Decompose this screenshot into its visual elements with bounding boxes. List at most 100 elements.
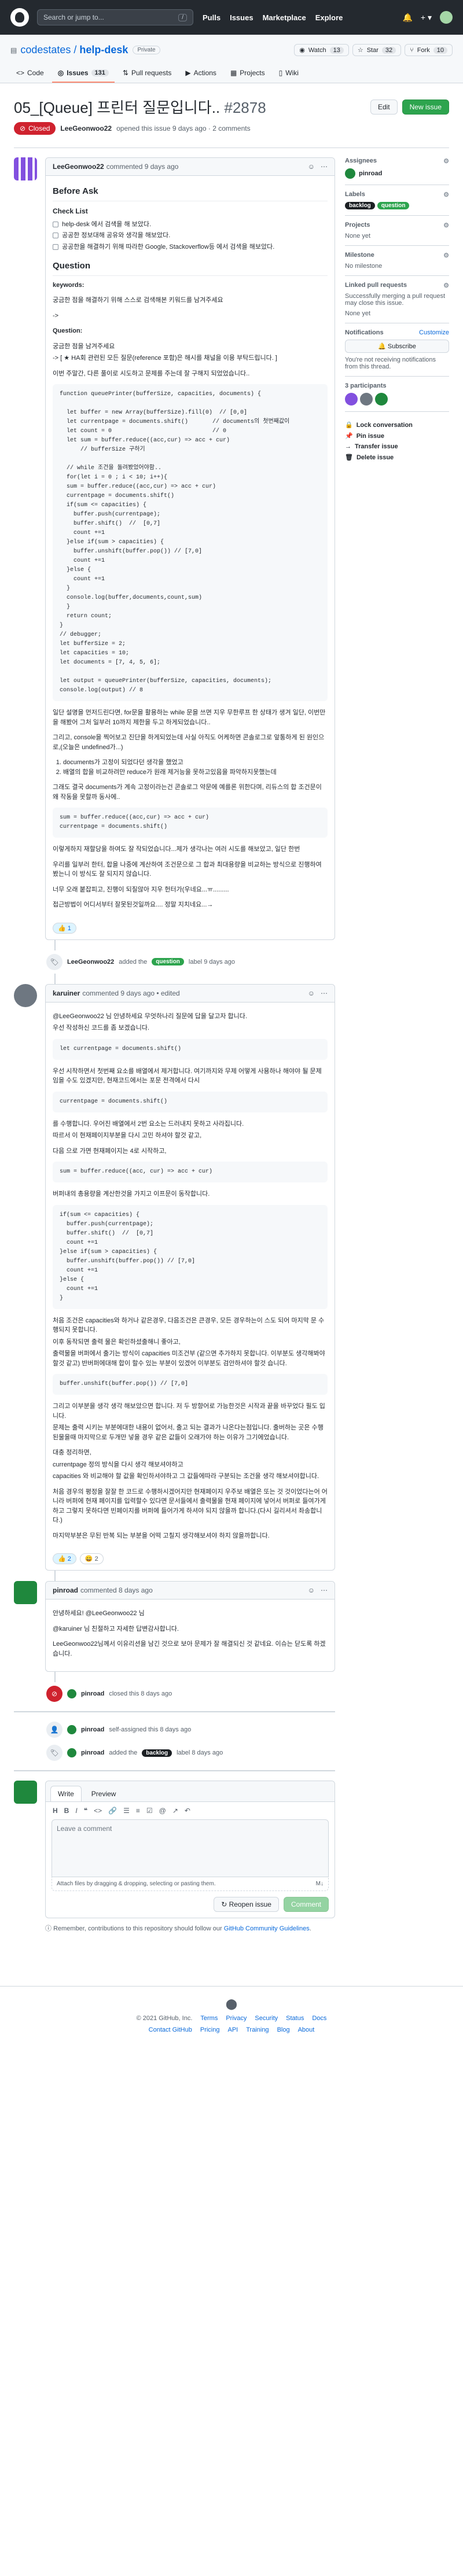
- thumbs-up-reaction[interactable]: 👍 2: [53, 1553, 76, 1564]
- event-author-link[interactable]: pinroad: [81, 1690, 104, 1697]
- footer-link-privacy[interactable]: Privacy: [226, 2015, 247, 2022]
- subscribe-button[interactable]: 🔔 Subscribe: [345, 340, 449, 353]
- tab-wiki[interactable]: ▯ Wiki: [273, 64, 304, 83]
- link-icon[interactable]: 🔗: [108, 1807, 117, 1815]
- avatar[interactable]: [375, 393, 388, 406]
- search-input[interactable]: Search or jump to... /: [37, 9, 193, 25]
- nav-explore[interactable]: Explore: [315, 13, 343, 22]
- heading-icon[interactable]: H: [53, 1807, 58, 1815]
- more-options-icon[interactable]: ⋯: [321, 1586, 328, 1594]
- avatar[interactable]: [345, 393, 358, 406]
- footer-link-security[interactable]: Security: [255, 2015, 278, 2022]
- backlog-label-chip[interactable]: backlog: [345, 202, 375, 209]
- checkbox[interactable]: [53, 221, 58, 227]
- tab-actions[interactable]: ▶ Actions: [179, 64, 222, 83]
- pin-issue-button[interactable]: 📌 Pin issue: [345, 432, 449, 440]
- numbered-list-icon[interactable]: ≡: [136, 1807, 140, 1815]
- code-icon[interactable]: <>: [94, 1807, 102, 1815]
- bold-icon[interactable]: B: [64, 1807, 69, 1815]
- smile-reaction[interactable]: 😄 2: [79, 1553, 104, 1564]
- avatar[interactable]: [360, 393, 373, 406]
- saved-reply-icon[interactable]: ↶: [185, 1807, 190, 1815]
- tab-projects[interactable]: ▦ Projects: [225, 64, 271, 83]
- footer-link-about[interactable]: About: [298, 2026, 315, 2033]
- avatar[interactable]: [67, 1689, 76, 1698]
- comment-author-link[interactable]: pinroad: [53, 1586, 78, 1594]
- task-list-icon[interactable]: ☑: [146, 1807, 153, 1815]
- question-label-chip[interactable]: question: [152, 958, 184, 965]
- bulleted-list-icon[interactable]: ☰: [123, 1807, 130, 1815]
- mention-icon[interactable]: @: [159, 1807, 166, 1815]
- checklist-item[interactable]: 공공한을 해결하기 위해 따라한 Google, Stackoverflow등 …: [53, 242, 328, 252]
- footer-link-status[interactable]: Status: [286, 2015, 304, 2022]
- event-author-link[interactable]: pinroad: [81, 1749, 104, 1756]
- checklist-item[interactable]: 공공한 정보대해 공유와 생각을 해보았다.: [53, 231, 328, 241]
- event-author-link[interactable]: LeeGeonwoo22: [67, 959, 114, 965]
- comment-time[interactable]: commented 9 days ago: [106, 163, 179, 171]
- avatar[interactable]: [14, 157, 37, 180]
- add-reaction-icon[interactable]: ☺: [308, 989, 315, 997]
- repo-owner-link[interactable]: codestates: [20, 44, 71, 56]
- avatar[interactable]: [14, 1781, 37, 1804]
- comment-author-link[interactable]: LeeGeonwoo22: [53, 163, 104, 171]
- cross-reference-icon[interactable]: ↗: [172, 1807, 178, 1815]
- add-reaction-icon[interactable]: ☺: [308, 1586, 315, 1594]
- edit-button[interactable]: Edit: [370, 99, 398, 115]
- tab-issues[interactable]: ◎ Issues 131: [52, 64, 115, 83]
- footer-link-contact[interactable]: Contact GitHub: [149, 2026, 192, 2033]
- watch-button[interactable]: ◉ Watch 13: [294, 44, 349, 56]
- checklist-item[interactable]: help-desk 에서 검색을 해 보았다.: [53, 220, 328, 230]
- comment-textarea[interactable]: Leave a comment: [52, 1819, 329, 1877]
- backlog-label-chip[interactable]: backlog: [142, 1749, 172, 1757]
- nav-marketplace[interactable]: Marketplace: [263, 13, 306, 22]
- github-logo-icon[interactable]: [10, 8, 29, 27]
- event-author-link[interactable]: pinroad: [81, 1726, 104, 1733]
- avatar[interactable]: [67, 1748, 76, 1757]
- footer-link-docs[interactable]: Docs: [312, 2015, 326, 2022]
- footer-link-blog[interactable]: Blog: [277, 2026, 290, 2033]
- quote-icon[interactable]: ❝: [84, 1807, 87, 1815]
- issue-author-link[interactable]: LeeGeonwoo22: [60, 124, 112, 132]
- notification-bell-icon[interactable]: 🔔: [402, 13, 412, 23]
- checkbox[interactable]: [53, 233, 58, 239]
- comment-time[interactable]: commented 9 days ago • edited: [82, 989, 179, 997]
- avatar[interactable]: [345, 168, 355, 179]
- fork-button[interactable]: ⑂ Fork 10: [405, 44, 453, 56]
- footer-link-training[interactable]: Training: [246, 2026, 269, 2033]
- question-label-chip[interactable]: question: [377, 202, 410, 209]
- tab-code[interactable]: <> Code: [10, 64, 50, 83]
- gear-icon[interactable]: ⚙: [443, 282, 449, 289]
- gear-icon[interactable]: ⚙: [443, 222, 449, 229]
- checkbox[interactable]: [53, 244, 58, 250]
- new-issue-button[interactable]: New issue: [402, 99, 449, 115]
- avatar[interactable]: [14, 1581, 37, 1604]
- add-reaction-icon[interactable]: ☺: [308, 163, 315, 171]
- footer-link-api[interactable]: API: [227, 2026, 238, 2033]
- nav-issues[interactable]: Issues: [230, 13, 253, 22]
- nav-pulls[interactable]: Pulls: [203, 13, 221, 22]
- comment-time[interactable]: commented 8 days ago: [80, 1586, 153, 1594]
- star-button[interactable]: ☆ Star 32: [352, 44, 402, 56]
- gear-icon[interactable]: ⚙: [443, 252, 449, 259]
- tab-preview[interactable]: Preview: [84, 1786, 124, 1801]
- community-guidelines-link[interactable]: GitHub Community Guidelines: [224, 1925, 310, 1932]
- avatar[interactable]: [67, 1725, 76, 1734]
- italic-icon[interactable]: I: [75, 1807, 77, 1815]
- more-options-icon[interactable]: ⋯: [321, 163, 328, 171]
- tab-write[interactable]: Write: [50, 1786, 82, 1801]
- avatar[interactable]: [14, 983, 37, 1007]
- gear-icon[interactable]: ⚙: [443, 157, 449, 165]
- comment-button[interactable]: Comment: [283, 1897, 329, 1912]
- gear-icon[interactable]: ⚙: [443, 191, 449, 198]
- delete-issue-button[interactable]: 🗑 Delete issue: [345, 454, 449, 462]
- reopen-issue-button[interactable]: ↻ Reopen issue: [214, 1897, 279, 1912]
- footer-link-terms[interactable]: Terms: [200, 2015, 218, 2022]
- more-options-icon[interactable]: ⋯: [321, 989, 328, 997]
- repo-name-link[interactable]: help-desk: [79, 44, 128, 56]
- assignee-link[interactable]: pinroad: [359, 170, 382, 177]
- thumbs-up-reaction[interactable]: 👍 1: [53, 922, 76, 934]
- create-new-icon[interactable]: + ▾: [421, 13, 432, 23]
- footer-link-pricing[interactable]: Pricing: [200, 2026, 220, 2033]
- tab-pull-requests[interactable]: ⇅ Pull requests: [117, 64, 177, 83]
- transfer-issue-button[interactable]: → Transfer issue: [345, 443, 449, 450]
